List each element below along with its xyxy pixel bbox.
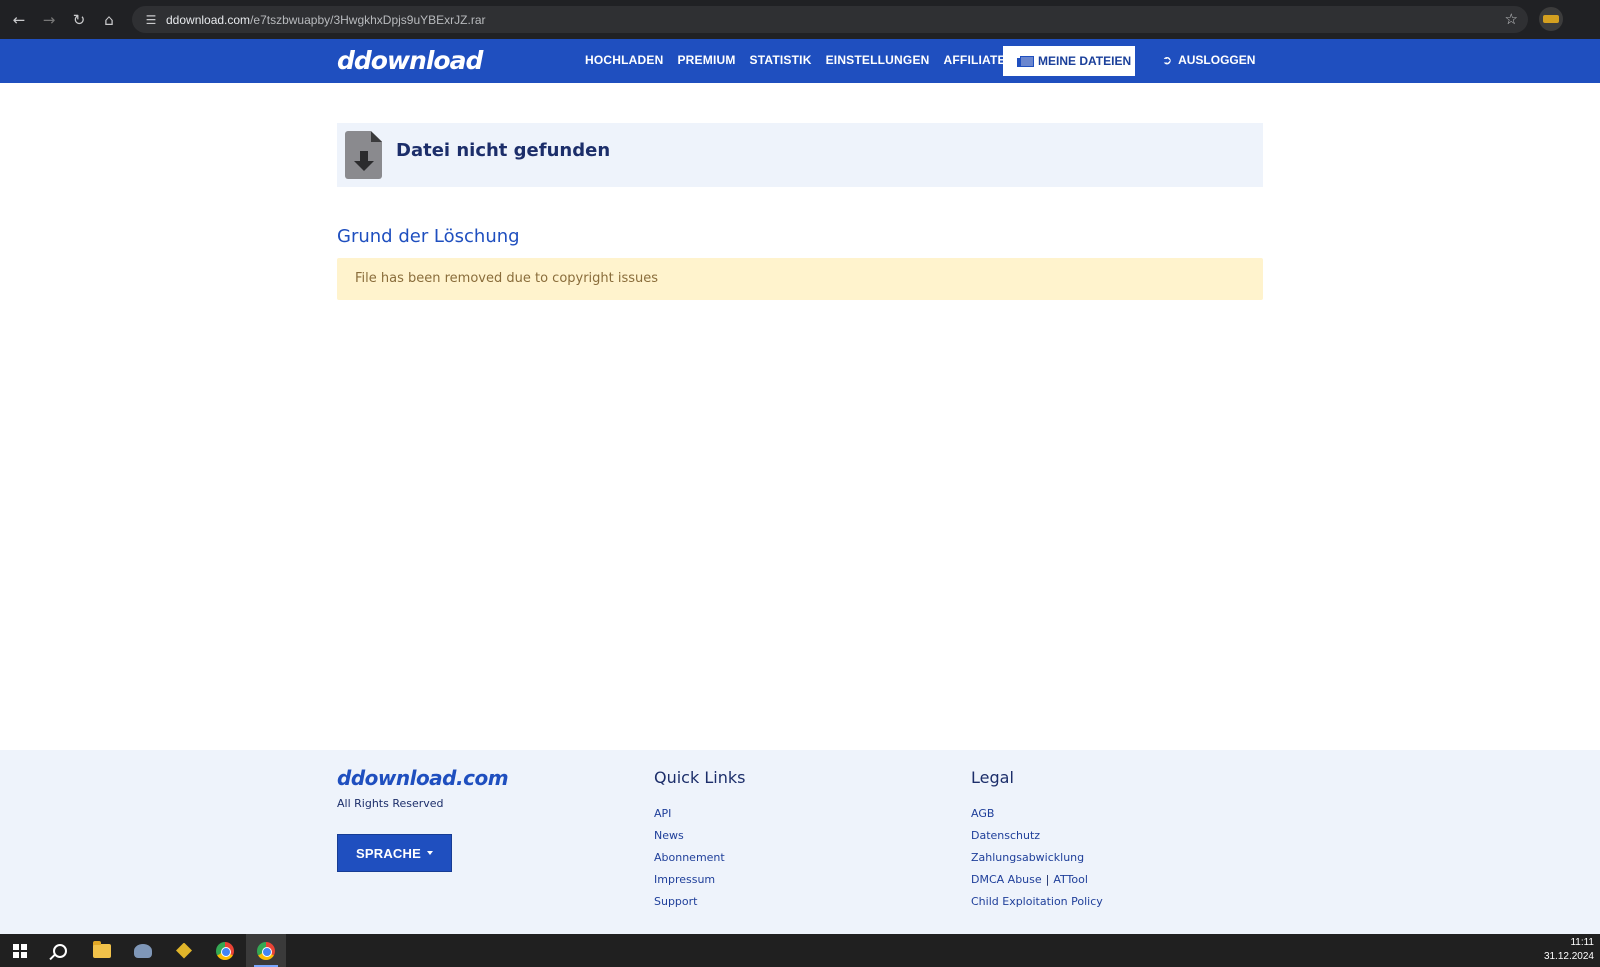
footer-link-impressum[interactable]: Impressum bbox=[654, 869, 745, 891]
system-clock[interactable]: 11:11 31.12.2024 bbox=[1544, 936, 1594, 964]
my-files-label: MEINE DATEIEN bbox=[1038, 54, 1132, 68]
url-path: /e7tszbwuapby/3HwgkhxDpjs9uYBExrJZ.rar bbox=[250, 12, 486, 27]
deletion-reason-alert: File has been removed due to copyright i… bbox=[337, 258, 1263, 300]
file-explorer-icon[interactable] bbox=[82, 934, 122, 967]
main-nav: HOCHLADEN PREMIUM STATISTIK EINSTELLUNGE… bbox=[585, 53, 1020, 67]
profile-mask-icon bbox=[1543, 15, 1559, 23]
nav-einstellungen[interactable]: EINSTELLUNGEN bbox=[826, 53, 930, 67]
footer-logo[interactable]: ddownload.com bbox=[337, 766, 509, 790]
footer-rights: All Rights Reserved bbox=[337, 797, 444, 810]
logout-icon: ➲ bbox=[1162, 53, 1173, 67]
nav-premium[interactable]: PREMIUM bbox=[677, 53, 735, 67]
footer-link-dmca[interactable]: DMCA Abuse bbox=[971, 873, 1042, 886]
clock-date: 31.12.2024 bbox=[1543, 951, 1594, 962]
deletion-reason-heading: Grund der Löschung bbox=[337, 226, 520, 247]
home-icon[interactable]: ⌂ bbox=[94, 5, 124, 35]
nav-hochladen[interactable]: HOCHLADEN bbox=[585, 53, 663, 67]
footer-link-api[interactable]: API bbox=[654, 803, 745, 825]
profile-avatar[interactable] bbox=[1539, 7, 1563, 31]
deletion-reason-text: File has been removed due to copyright i… bbox=[355, 271, 659, 286]
legal-column: Legal AGB Datenschutz Zahlungsabwicklung… bbox=[971, 768, 1103, 913]
language-label: SPRACHE bbox=[356, 845, 421, 861]
quick-links-column: Quick Links API News Abonnement Impressu… bbox=[654, 768, 745, 913]
site-footer: ddownload.com All Rights Reserved SPRACH… bbox=[0, 750, 1600, 934]
chrome-profile-icon[interactable] bbox=[246, 934, 286, 967]
footer-link-datenschutz[interactable]: Datenschutz bbox=[971, 825, 1103, 847]
star-icon[interactable]: ☆ bbox=[1505, 10, 1518, 28]
nav-statistik[interactable]: STATISTIK bbox=[750, 53, 812, 67]
reload-icon[interactable]: ↻ bbox=[64, 5, 94, 35]
page-title: Datei nicht gefunden bbox=[396, 140, 611, 161]
footer-link-support[interactable]: Support bbox=[654, 891, 745, 913]
footer-link-attool[interactable]: ATTool bbox=[1053, 873, 1088, 886]
clock-time: 11:11 bbox=[1570, 937, 1594, 948]
browser-toolbar: ← → ↻ ⌂ ☰ ddownload.com/e7tszbwuapby/3Hw… bbox=[0, 0, 1600, 39]
caret-down-icon bbox=[426, 851, 433, 855]
footer-link-agb[interactable]: AGB bbox=[971, 803, 1103, 825]
windows-start-icon[interactable] bbox=[0, 934, 40, 967]
footer-link-child-policy[interactable]: Child Exploitation Policy bbox=[971, 891, 1103, 913]
logout-button[interactable]: ➲ AUSLOGGEN bbox=[1162, 53, 1255, 67]
nav-affiliate[interactable]: AFFILIATE bbox=[944, 53, 1006, 67]
files-icon bbox=[1017, 55, 1034, 67]
os-taskbar: 11:11 31.12.2024 bbox=[0, 934, 1600, 967]
app-icon-2[interactable] bbox=[164, 934, 204, 967]
footer-link-zahlungsabwicklung[interactable]: Zahlungsabwicklung bbox=[971, 847, 1103, 869]
search-icon[interactable] bbox=[40, 934, 80, 967]
site-logo[interactable]: ddownload bbox=[337, 46, 483, 75]
chrome-icon[interactable] bbox=[205, 934, 245, 967]
footer-link-abonnement[interactable]: Abonnement bbox=[654, 847, 745, 869]
file-not-found-panel: Datei nicht gefunden bbox=[337, 123, 1263, 187]
footer-link-news[interactable]: News bbox=[654, 825, 745, 847]
my-files-button[interactable]: MEINE DATEIEN bbox=[1003, 46, 1135, 76]
site-header: ddownload HOCHLADEN PREMIUM STATISTIK EI… bbox=[0, 39, 1600, 83]
separator: | bbox=[1045, 873, 1050, 886]
url-host: ddownload.com bbox=[166, 12, 251, 27]
forward-arrow-icon[interactable]: → bbox=[34, 5, 64, 35]
legal-title: Legal bbox=[971, 768, 1014, 787]
file-download-icon bbox=[345, 131, 382, 179]
url-text[interactable]: ddownload.com/e7tszbwuapby/3HwgkhxDpjs9u… bbox=[166, 13, 486, 27]
logout-label: AUSLOGGEN bbox=[1178, 53, 1256, 67]
dmca-row: DMCA Abuse | ATTool bbox=[971, 869, 1103, 891]
back-arrow-icon[interactable]: ← bbox=[4, 5, 34, 35]
address-bar[interactable]: ☰ ddownload.com/e7tszbwuapby/3HwgkhxDpjs… bbox=[132, 6, 1528, 33]
quick-links-title: Quick Links bbox=[654, 768, 746, 787]
app-icon[interactable] bbox=[123, 934, 163, 967]
language-dropdown-button[interactable]: SPRACHE bbox=[337, 834, 452, 872]
tune-icon[interactable]: ☰ bbox=[138, 13, 164, 27]
